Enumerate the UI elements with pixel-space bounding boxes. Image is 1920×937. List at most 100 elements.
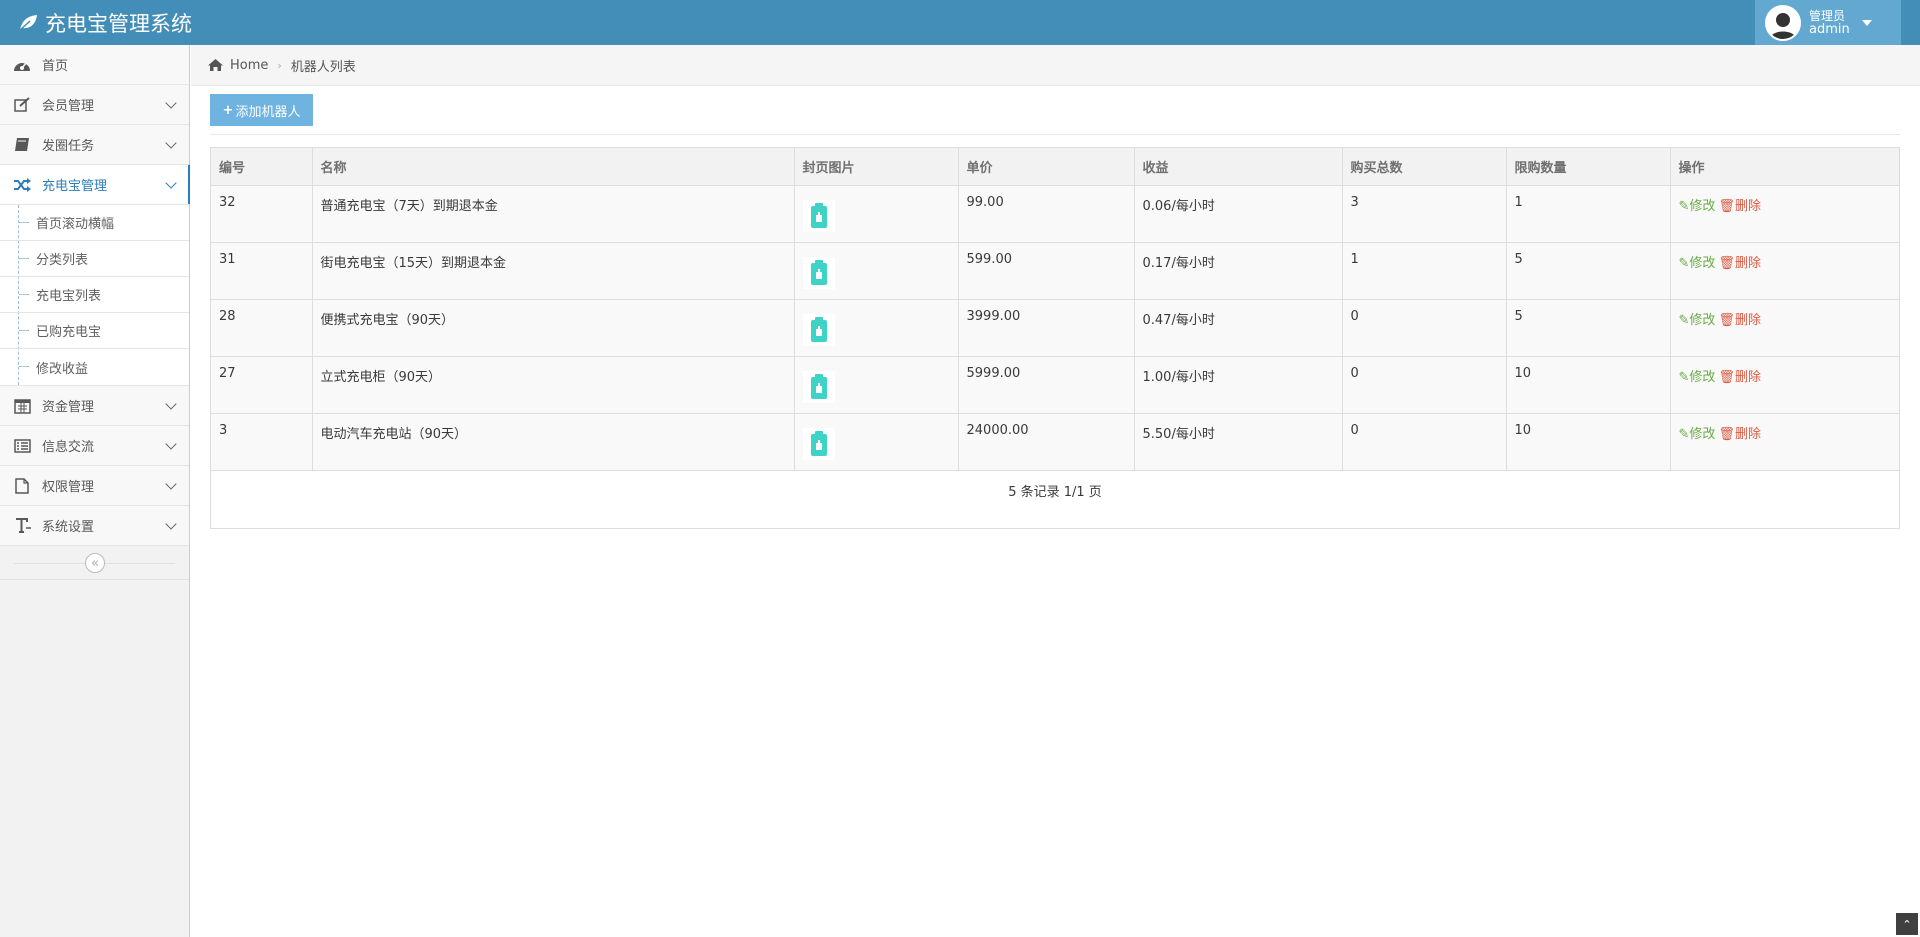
cell-limit: 5 [1506,242,1671,300]
table-header-row: 编号 名称 封页图片 单价 收益 购买总数 限购数量 操作 [211,148,1899,186]
chevron-down-icon [165,97,177,109]
edit-label: 修改 [1689,198,1716,214]
cell-name: 立式充电柜（90天） [312,356,795,414]
chevron-down-icon [165,518,177,530]
cell-name: 街电充电宝（15天）到期退本金 [312,242,795,300]
edit-label: 修改 [1689,369,1716,385]
table-row: 32 普通充电宝（7天）到期退本金 99.00 0.06/每小时 3 1 ✎修改… [211,185,1899,243]
scroll-to-top-button[interactable]: ⌃ [1896,913,1918,935]
battery-image-icon [810,316,827,342]
cell-cover [794,413,959,471]
divider [210,134,1900,135]
cell-id: 32 [211,185,313,243]
submenu-item-purchased[interactable]: 已购充电宝 [0,313,189,349]
edit-link[interactable]: ✎修改 [1679,370,1716,385]
cover-thumbnail[interactable] [802,313,835,346]
cell-actions: ✎修改 🗑删除 [1670,413,1899,471]
table-row: 28 便携式充电宝（90天） 3999.00 0.47/每小时 0 5 ✎修改 🗑… [211,299,1899,357]
user-menu[interactable]: 管理员 admin [1755,0,1901,45]
cell-name: 电动汽车充电站（90天） [312,413,795,471]
cell-cover [794,242,959,300]
column-header: 限购数量 [1506,148,1671,186]
submenu-item-banner[interactable]: 首页滚动横幅 [0,205,189,241]
breadcrumb-home[interactable]: Home [230,58,268,73]
delete-link[interactable]: 🗑删除 [1718,199,1761,214]
column-header: 操作 [1670,148,1899,186]
cover-thumbnail[interactable] [802,256,835,289]
cell-id: 28 [211,299,313,357]
column-header: 封页图片 [794,148,959,186]
cell-cover [794,185,959,243]
cell-limit: 10 [1506,413,1671,471]
brand[interactable]: 充电宝管理系统 [18,0,192,45]
user-icon [1770,12,1796,39]
cell-actions: ✎修改 🗑删除 [1670,356,1899,414]
battery-image-icon [810,259,827,285]
edit-label: 修改 [1689,312,1716,328]
cell-name: 便携式充电宝（90天） [312,299,795,357]
edit-icon [12,97,32,112]
cell-limit: 5 [1506,299,1671,357]
delete-label: 删除 [1734,255,1761,271]
cover-thumbnail[interactable] [802,427,835,460]
cover-thumbnail[interactable] [802,370,835,403]
trash-icon: 🗑 [1718,255,1735,271]
cell-price: 24000.00 [958,413,1135,471]
delete-link[interactable]: 🗑删除 [1718,370,1761,385]
cover-thumbnail[interactable] [802,199,835,232]
submenu-item-categories[interactable]: 分类列表 [0,241,189,277]
sidebar-item-label: 首页 [42,59,69,74]
sidebar-item-settings[interactable]: 系统设置 [0,506,189,546]
cell-actions: ✎修改 🗑删除 [1670,185,1899,243]
cell-limit: 10 [1506,356,1671,414]
submenu-item-edit-income[interactable]: 修改收益 [0,349,189,385]
battery-image-icon [810,202,827,228]
leaf-icon [18,14,37,32]
sidebar-item-label: 系统设置 [42,520,95,535]
delete-link[interactable]: 🗑删除 [1718,427,1761,442]
column-header: 编号 [211,148,313,186]
pencil-icon: ✎ [1678,255,1690,271]
user-name: admin [1809,21,1850,37]
pencil-icon: ✎ [1678,312,1690,328]
plus-icon: + [222,102,234,118]
sidebar: 首页 会员管理 发圈任务 充电宝管理 首页滚动横幅 分类列表 充电宝列表 已购充… [0,45,190,937]
double-angle-left-icon[interactable]: « [85,553,105,573]
sidebar-item-permissions[interactable]: 权限管理 [0,466,189,506]
sidebar-item-funds[interactable]: 资金管理 [0,386,189,426]
cell-income: 0.06/每小时 [1134,185,1343,243]
table-row: 31 街电充电宝（15天）到期退本金 599.00 0.17/每小时 1 5 ✎… [211,242,1899,300]
trash-icon: 🗑 [1718,312,1735,328]
cell-actions: ✎修改 🗑删除 [1670,299,1899,357]
cell-total: 3 [1342,185,1507,243]
sidebar-item-label: 权限管理 [42,480,95,495]
double-angle-up-icon: ⌃ [1902,917,1912,931]
sidebar-item-tasks[interactable]: 发圈任务 [0,125,189,165]
cell-total: 0 [1342,356,1507,414]
cell-name: 普通充电宝（7天）到期退本金 [312,185,795,243]
add-robot-label: 添加机器人 [235,104,301,120]
main-content: Home › 机器人列表 + 添加机器人 编号 名称 封页图片 单价 收益 购买… [191,45,1920,937]
cell-total: 0 [1342,299,1507,357]
sidebar-item-members[interactable]: 会员管理 [0,85,189,125]
cell-income: 0.47/每小时 [1134,299,1343,357]
cell-id: 3 [211,413,313,471]
edit-link[interactable]: ✎修改 [1679,256,1716,271]
chevron-down-icon [165,438,177,450]
delete-link[interactable]: 🗑删除 [1718,256,1761,271]
edit-link[interactable]: ✎修改 [1679,313,1716,328]
chevron-down-icon [165,137,177,149]
sidebar-item-messages[interactable]: 信息交流 [0,426,189,466]
edit-link[interactable]: ✎修改 [1679,427,1716,442]
sidebar-item-label: 资金管理 [42,400,95,415]
chevron-down-icon [165,398,177,410]
edit-link[interactable]: ✎修改 [1679,199,1716,214]
dashboard-icon [12,58,32,72]
calendar-icon [12,398,32,414]
add-robot-button[interactable]: + 添加机器人 [210,94,313,126]
submenu-item-powerbank-list[interactable]: 充电宝列表 [0,277,189,313]
sidebar-item-home[interactable]: 首页 [0,45,189,85]
sidebar-item-powerbank[interactable]: 充电宝管理 [0,165,190,205]
cell-price: 99.00 [958,185,1135,243]
delete-link[interactable]: 🗑删除 [1718,313,1761,328]
